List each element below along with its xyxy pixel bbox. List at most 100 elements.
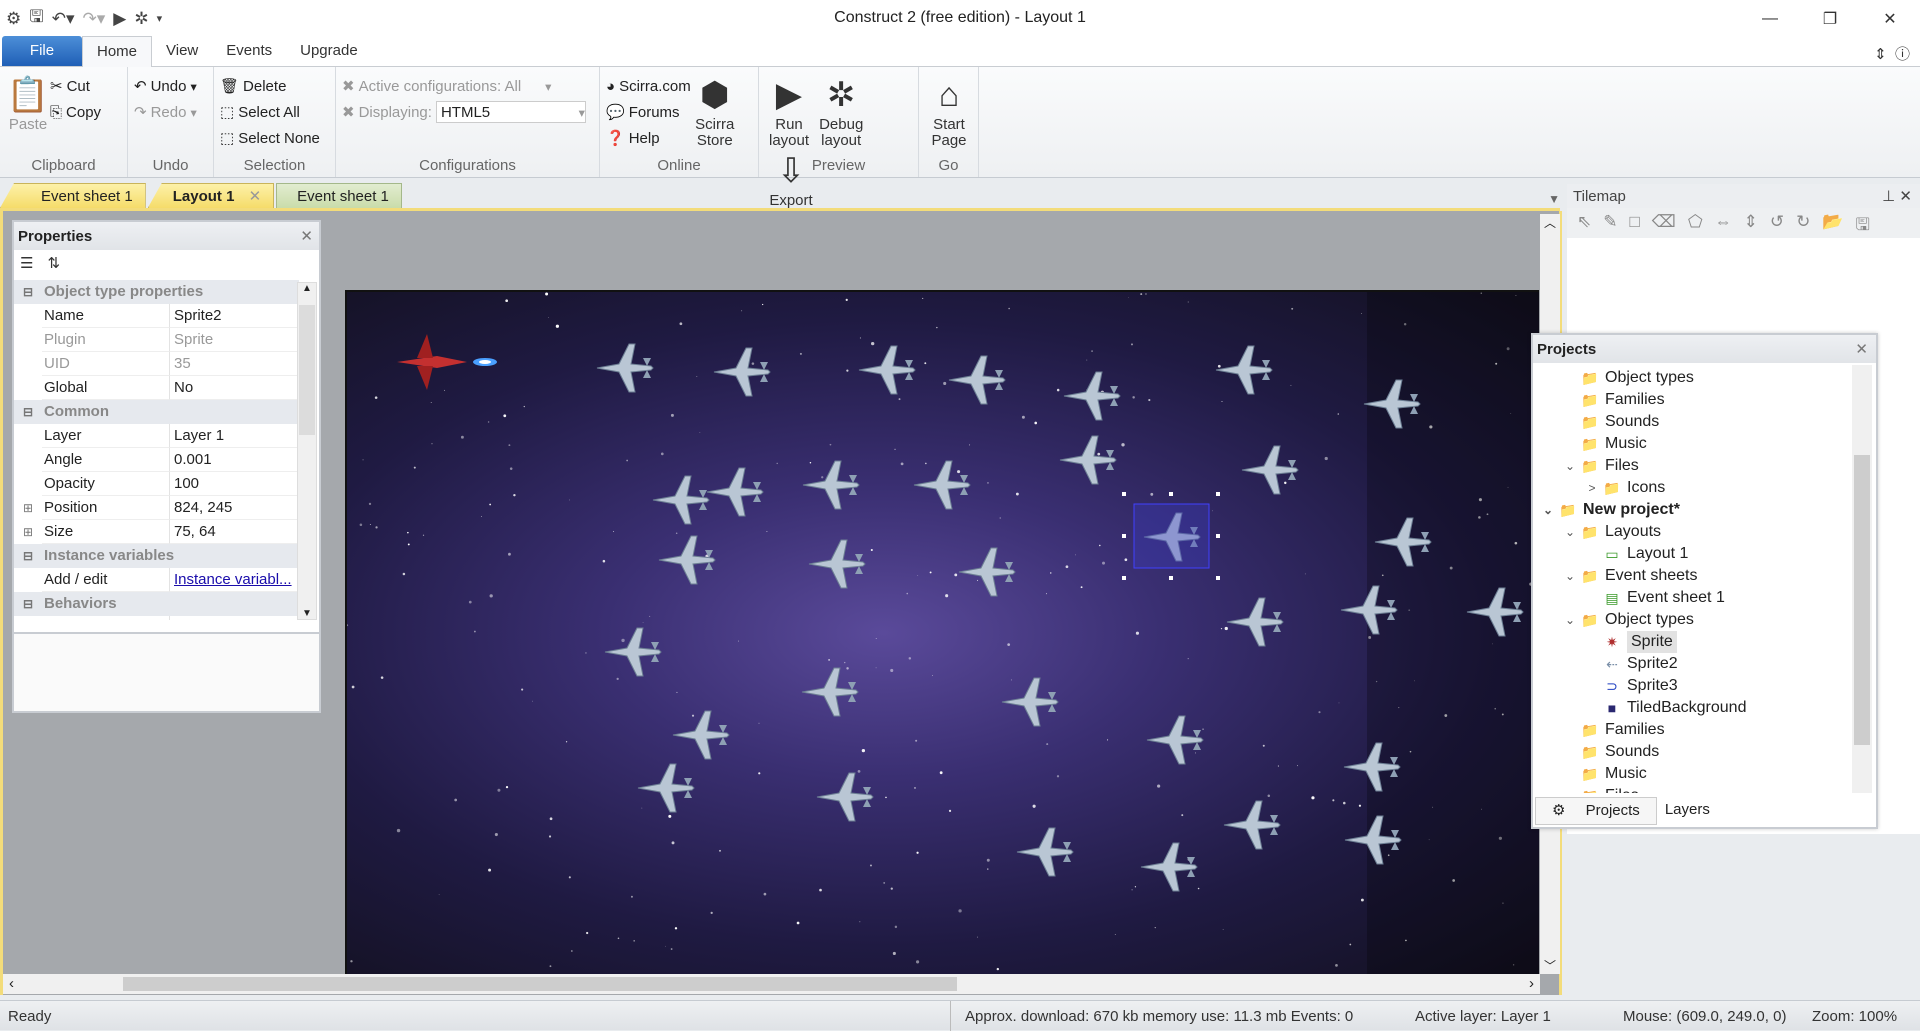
chevron-down-icon[interactable]: ⌄ [1561, 785, 1579, 793]
enemy-ship[interactable] [637, 763, 695, 813]
tree-item[interactable]: 📁 Sounds [1535, 411, 1855, 433]
save-icon[interactable]: 🖫 [1856, 212, 1870, 234]
resize-handle[interactable] [1122, 576, 1126, 580]
chevron-down-icon[interactable]: ⌄ [1561, 609, 1579, 631]
enemy-ship[interactable] [958, 547, 1016, 597]
collapse-icon[interactable]: ⊟ [14, 280, 42, 304]
property-value[interactable]: Sprite [170, 328, 299, 352]
select-all-button[interactable]: ⬚ Select All [220, 99, 329, 125]
property-row[interactable]: Plugin Sprite [14, 328, 299, 352]
enemy-ship[interactable] [1223, 800, 1281, 850]
property-value[interactable]: Instance variabl... [170, 568, 299, 592]
enemy-ship[interactable] [706, 467, 764, 517]
chevron-down-icon[interactable]: ⌄ [1561, 521, 1579, 543]
enemy-ship[interactable] [808, 539, 866, 589]
categorized-icon[interactable]: ☰ [20, 254, 33, 274]
collapse-icon[interactable]: ⊟ [14, 592, 42, 616]
property-row[interactable]: Global No [14, 376, 299, 400]
pencil-icon[interactable]: ✎ [1603, 212, 1617, 234]
collapse-icon[interactable]: ⊟ [14, 544, 42, 568]
property-row[interactable]: Name Sprite2 [14, 304, 299, 328]
tab-layout-1[interactable]: Layout 1 ✕ [147, 183, 275, 208]
enemy-ship[interactable] [801, 667, 859, 717]
tree-item[interactable]: ⌄ 📁 New project* [1535, 499, 1855, 521]
property-row[interactable]: Add / edit Instance variabl... [14, 568, 299, 592]
enemy-ship[interactable] [1001, 677, 1059, 727]
save-icon[interactable]: 🖫 [29, 4, 43, 33]
property-value[interactable]: No [170, 376, 299, 400]
chevron-down-icon[interactable]: ⌄ [1561, 455, 1579, 477]
projects-scrollbar[interactable] [1852, 365, 1872, 793]
tree-item[interactable]: 📁 Music [1535, 763, 1855, 785]
rotate-cw-icon[interactable]: ↻ [1796, 212, 1810, 234]
minimize-button[interactable]: — [1740, 0, 1800, 37]
about-icon[interactable]: ⓘ [1895, 46, 1910, 63]
tree-item[interactable]: ⌄ 📁 Layouts [1535, 521, 1855, 543]
player-ship[interactable] [397, 334, 497, 390]
flip-vertical-icon[interactable]: ⇕ [1744, 212, 1758, 234]
enemy-ship[interactable] [1226, 597, 1284, 647]
enemy-ship[interactable] [1215, 345, 1273, 395]
tree-item[interactable]: ⌄ 📁 Object types [1535, 609, 1855, 631]
tab-home[interactable]: Home [82, 36, 153, 67]
property-value[interactable]: 0.001 [170, 448, 299, 472]
resize-handle[interactable] [1216, 492, 1220, 496]
enemy-ship[interactable] [1016, 827, 1074, 877]
enemy-ship[interactable] [1241, 445, 1299, 495]
tab-events[interactable]: Events [212, 36, 286, 66]
sort-az-icon[interactable]: ⇅ [47, 254, 60, 274]
property-category[interactable]: ⊟ Instance variables [14, 544, 299, 568]
scirra-store-button[interactable]: ⬢ Scirra Store [693, 73, 737, 149]
tab-upgrade[interactable]: Upgrade [286, 36, 372, 66]
undo-button[interactable]: ↶ Undo ▾ [134, 73, 207, 99]
collapse-icon[interactable]: ⊟ [14, 400, 42, 424]
property-value[interactable]: 824, 245 [170, 496, 299, 520]
properties-scrollbar[interactable]: ▲ ▼ [297, 282, 317, 620]
redo-icon[interactable]: ↷▾ [83, 9, 106, 29]
chevron-down-icon[interactable]: ⌄ [1539, 499, 1557, 521]
expand-icon[interactable]: ⊞ [14, 496, 42, 520]
copy-button[interactable]: ⎘ Copy [50, 99, 121, 125]
property-value[interactable]: Behaviors [170, 616, 299, 620]
restore-button[interactable]: ❐ [1800, 0, 1860, 37]
tree-item[interactable]: 📁 Music [1535, 433, 1855, 455]
property-row[interactable]: Layer Layer 1 [14, 424, 299, 448]
tab-event-sheet-1[interactable]: Event sheet 1 [0, 183, 146, 208]
enemy-ship[interactable] [658, 535, 716, 585]
forums-link[interactable]: 💬 Forums [606, 99, 691, 125]
chevron-down-icon[interactable]: ⌄ [1561, 565, 1579, 587]
enemy-ship[interactable] [913, 460, 971, 510]
active-configurations-dropdown[interactable]: ✖ Active configurations: All ▾ [342, 73, 593, 99]
enemy-ship[interactable] [816, 772, 874, 822]
property-row[interactable]: Opacity 100 [14, 472, 299, 496]
property-row[interactable]: ⊞ Size 75, 64 [14, 520, 299, 544]
tree-item[interactable]: 📁 Object types [1535, 367, 1855, 389]
rotate-ccw-icon[interactable]: ↺ [1770, 212, 1784, 234]
tab-event-sheet-1b[interactable]: Event sheet 1 [276, 183, 402, 208]
customize-icon[interactable]: ▾ [157, 12, 163, 25]
paste-button[interactable]: 📋 Paste [7, 73, 49, 133]
select-none-button[interactable]: ⬚ Select None [220, 125, 329, 151]
enemy-ship[interactable] [652, 475, 710, 525]
selected-instance[interactable] [1133, 503, 1210, 569]
property-category[interactable]: ⊟ Behaviors [14, 592, 299, 616]
close-button[interactable]: ✕ [1860, 0, 1920, 37]
delete-button[interactable]: 🗑 Delete [220, 73, 329, 99]
tree-item[interactable]: ⇠ Sprite2 [1535, 653, 1855, 675]
resize-handle[interactable] [1216, 534, 1220, 538]
tab-projects[interactable]: ⚙ Projects [1535, 797, 1657, 825]
enemy-ship[interactable] [604, 627, 662, 677]
enemy-ship[interactable] [672, 710, 730, 760]
property-value[interactable]: Sprite2 [170, 304, 299, 328]
tab-view[interactable]: View [152, 36, 212, 66]
property-category[interactable]: ⊟ Common [14, 400, 299, 424]
tree-item[interactable]: ⌄📁Files [1535, 455, 1855, 477]
resize-handle[interactable] [1169, 576, 1173, 580]
enemy-ship[interactable] [802, 460, 860, 510]
flip-horizontal-icon[interactable]: ⇔ [1715, 212, 1732, 234]
tree-item[interactable]: ✷ Sprite [1535, 631, 1855, 653]
enemy-ship[interactable] [1146, 715, 1204, 765]
property-value[interactable]: Layer 1 [170, 424, 299, 448]
tree-item[interactable]: ▭ Layout 1 [1535, 543, 1855, 565]
enemy-ship[interactable] [596, 343, 654, 393]
